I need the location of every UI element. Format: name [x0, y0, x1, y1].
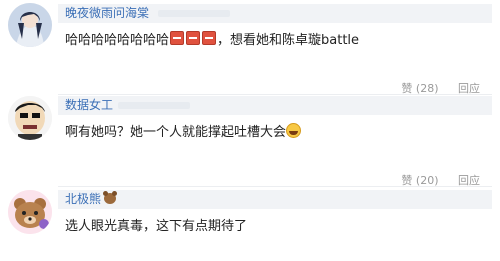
- angry-face-emoji-icon: [202, 31, 217, 45]
- divider: [58, 94, 492, 95]
- comment-text: 哈哈哈哈哈哈哈哈 ，想看她和陈卓璇battle: [65, 31, 360, 48]
- angry-face-emoji-icon: [170, 31, 185, 45]
- username-link[interactable]: 晚夜微雨问海棠: [65, 4, 149, 23]
- bear-badge-icon: [103, 191, 118, 204]
- username-link[interactable]: 数据女工: [65, 96, 113, 115]
- angry-face-emoji-icon: [186, 31, 201, 45]
- username-link[interactable]: 北极熊: [65, 190, 118, 209]
- redacted-info: [118, 102, 190, 109]
- comment-text: 选人眼光真毒，这下有点期待了: [65, 219, 248, 234]
- redacted-info: [158, 10, 230, 17]
- comment-header-bar: 晚夜微雨问海棠: [58, 4, 492, 23]
- pixel-face-avatar-icon[interactable]: [8, 96, 52, 140]
- comment-header-bar: 数据女工: [58, 96, 492, 115]
- anime-avatar-icon[interactable]: [8, 3, 52, 47]
- bear-avatar-icon[interactable]: [8, 190, 52, 234]
- comment-text: 啊有她吗？她一个人就能撑起吐槽大会: [65, 123, 302, 142]
- divider: [58, 186, 492, 187]
- comment-header-bar: 北极熊: [58, 190, 492, 209]
- laughing-emoji-icon: [286, 123, 302, 138]
